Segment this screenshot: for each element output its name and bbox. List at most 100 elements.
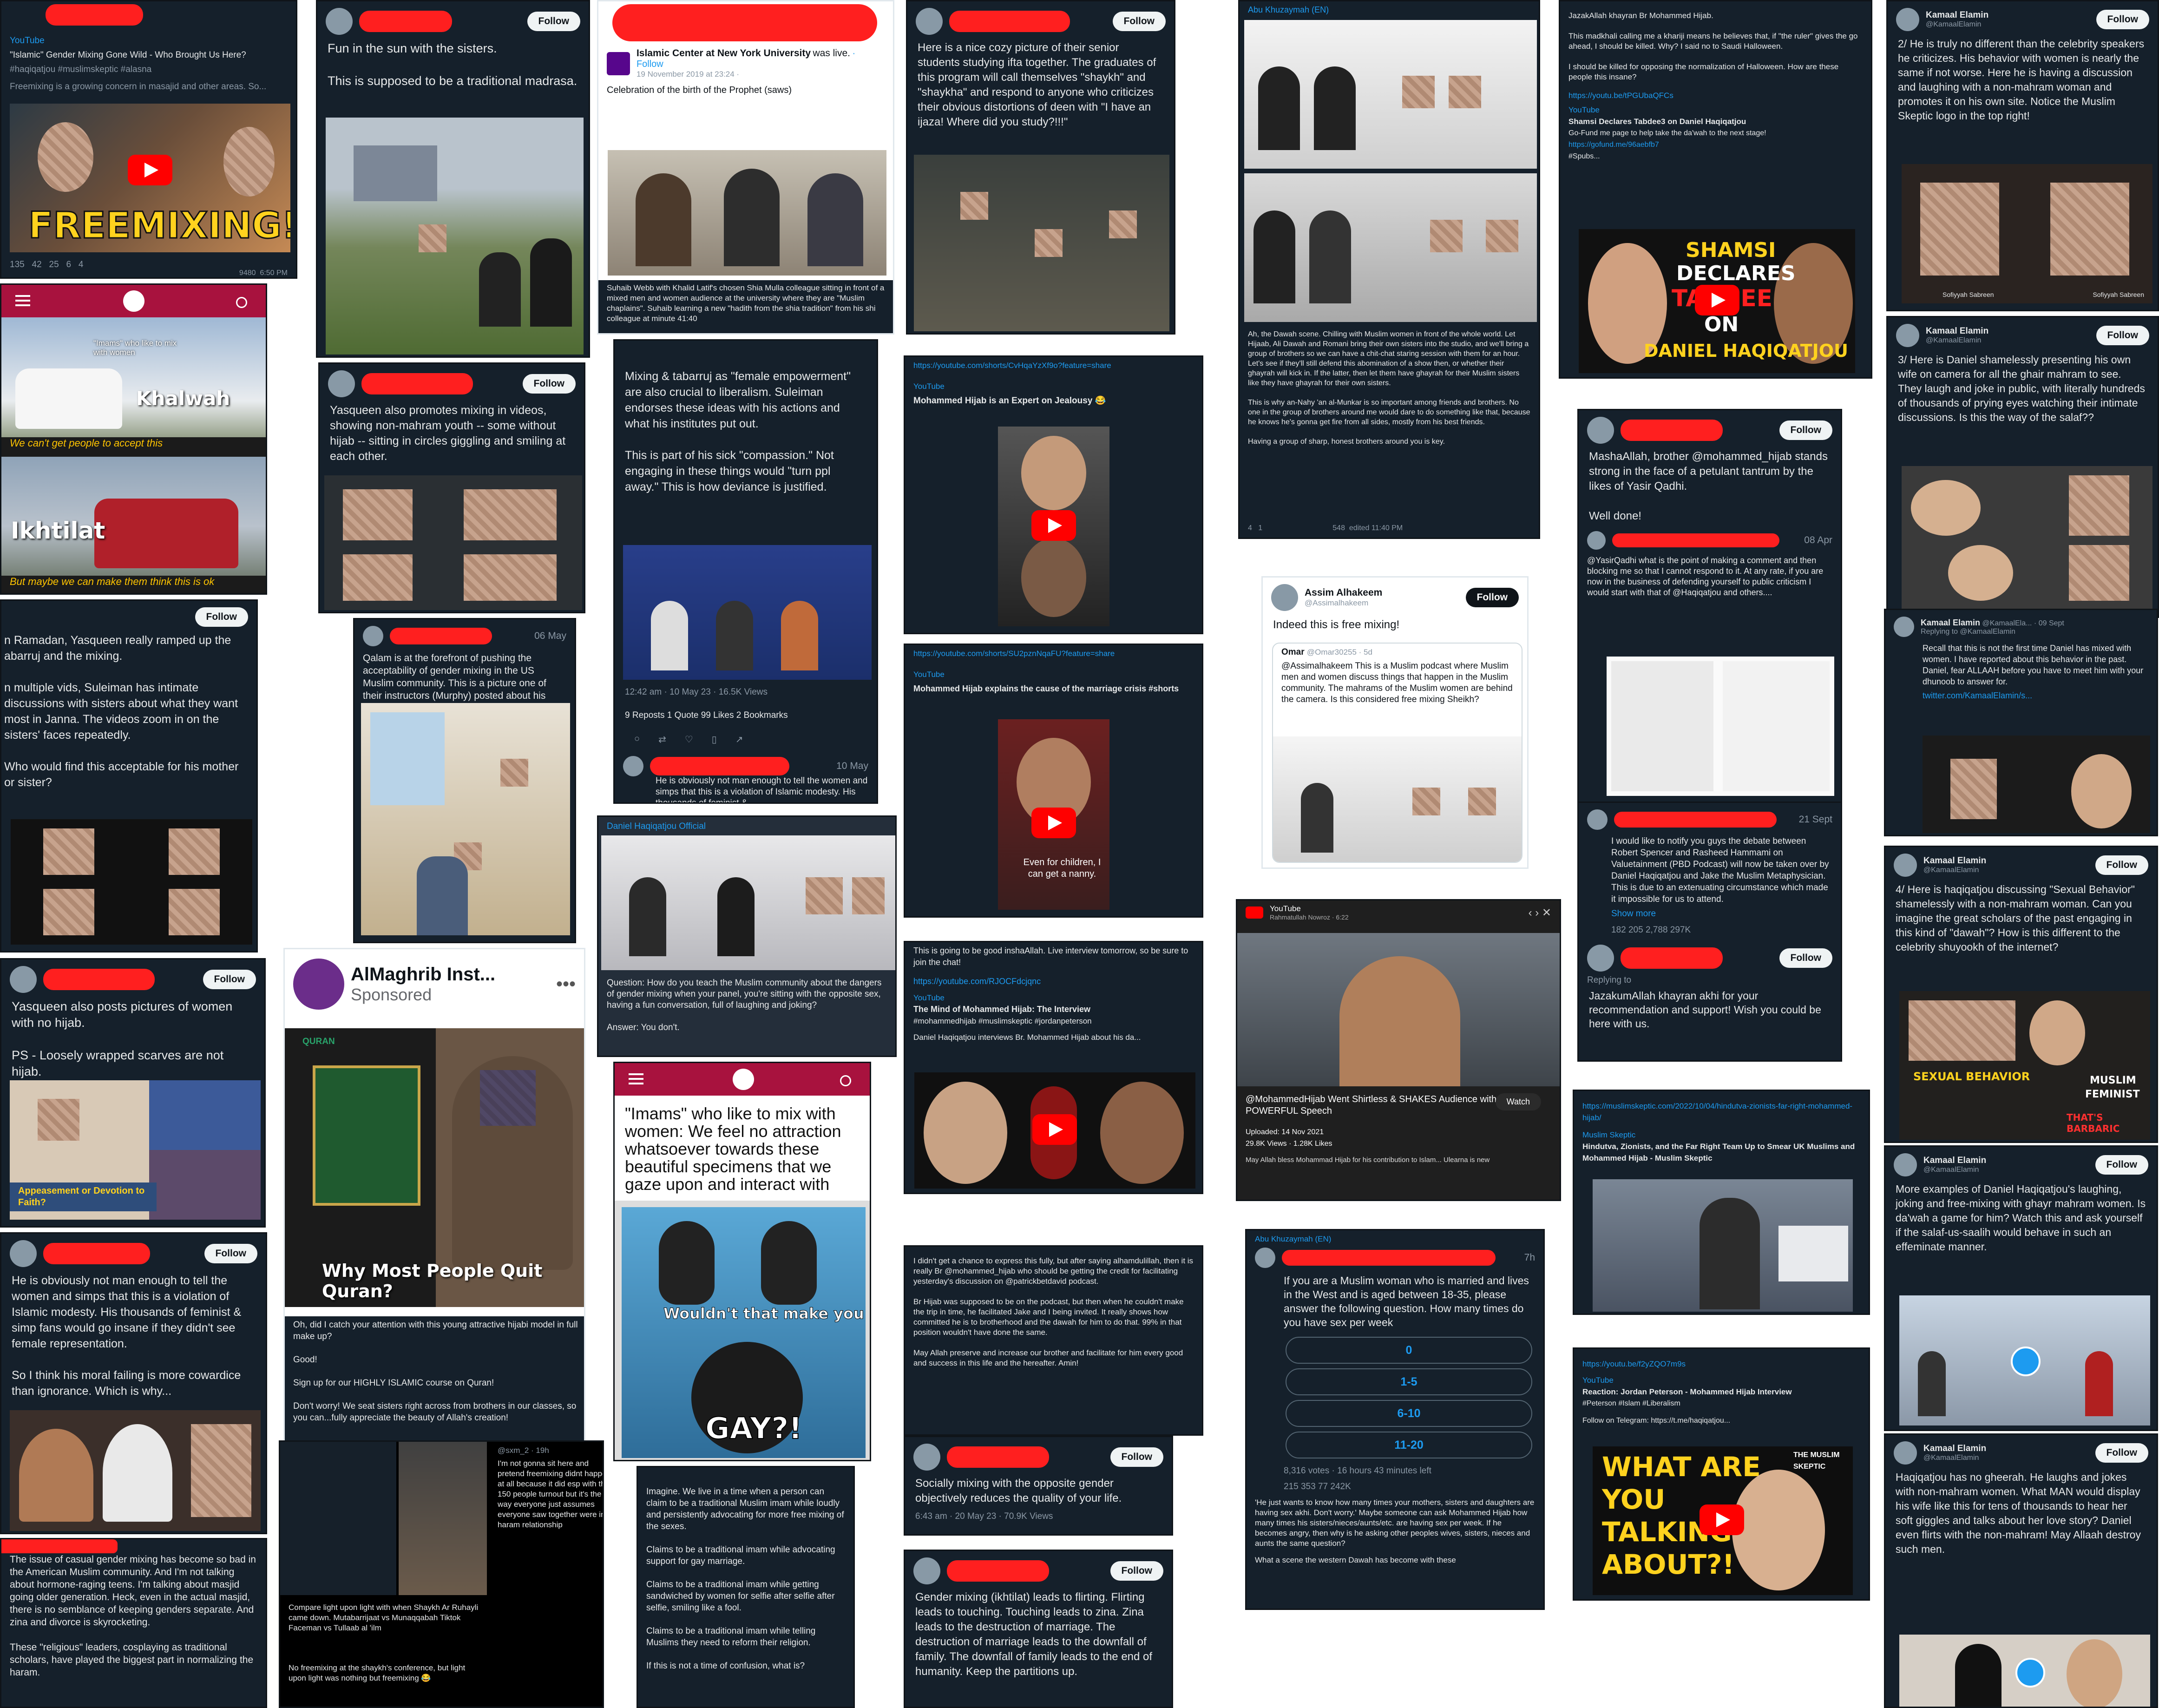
panel-photo[interactable] bbox=[601, 835, 895, 970]
poll-option[interactable]: 0 bbox=[1286, 1337, 1532, 1364]
avatar[interactable] bbox=[1896, 324, 1919, 347]
tweet-link[interactable]: twitter.com/KamaalElamin/s... bbox=[1885, 690, 2157, 704]
image-collage[interactable] bbox=[324, 475, 582, 610]
tweet-card-ifta-students[interactable]: Follow Here is a nice cozy picture of th… bbox=[906, 0, 1175, 335]
quoted-image[interactable] bbox=[1273, 736, 1522, 862]
video-thumbnail[interactable]: Even for children, I can get a nanny. bbox=[998, 719, 1109, 910]
video-title[interactable]: The Mind of Mohammed Hijab: The Intervie… bbox=[905, 1004, 1202, 1015]
follow-button[interactable]: Follow bbox=[1110, 1447, 1163, 1467]
video-thumbnail[interactable] bbox=[914, 1072, 1195, 1189]
follow-button[interactable]: Follow bbox=[204, 1244, 257, 1263]
display-name[interactable]: Kamaal Elamin bbox=[1923, 1156, 1986, 1166]
tweet-screenshot-collage[interactable]: @sxm_2 · 19h I'm not gonna sit here and … bbox=[279, 1440, 604, 1708]
link-url[interactable]: https://muslimskeptic.com/2022/10/04/hin… bbox=[1574, 1091, 1869, 1126]
menu-icon[interactable] bbox=[629, 1073, 643, 1075]
tweet-card-no-hijab[interactable]: Follow Yasqueen also posts pictures of w… bbox=[0, 958, 266, 1228]
video-thumbnail[interactable]: FREEMIXING! bbox=[10, 104, 290, 252]
avatar[interactable] bbox=[1587, 417, 1614, 444]
studio-photo-2[interactable] bbox=[1244, 173, 1537, 322]
display-name[interactable]: Kamaal Elamin bbox=[1923, 856, 1986, 866]
play-icon[interactable] bbox=[128, 155, 172, 185]
ad-image[interactable]: QURAN Why Most People Quit Quran? bbox=[285, 1028, 584, 1307]
avatar[interactable] bbox=[1587, 945, 1614, 972]
avatar[interactable] bbox=[1255, 1248, 1275, 1268]
follow-button[interactable]: Follow bbox=[2095, 1155, 2148, 1175]
poll-card-abu-khuzaymah[interactable]: Abu Khuzaymah (EN) 7h If you are a Musli… bbox=[1245, 1229, 1545, 1610]
play-icon[interactable] bbox=[2011, 1347, 2041, 1376]
tweet-card-socially-mixing[interactable]: Follow Socially mixing with the opposite… bbox=[904, 1436, 1173, 1536]
poll-option[interactable]: 6-10 bbox=[1286, 1400, 1532, 1427]
display-name[interactable]: Kamaal Elamin bbox=[1926, 10, 1988, 20]
follow-button[interactable]: Follow bbox=[2096, 326, 2149, 345]
video-frame[interactable] bbox=[608, 150, 886, 276]
tweet-card-imagine[interactable]: Imagine. We live in a time when a person… bbox=[637, 1466, 855, 1708]
tweet-card-qalam[interactable]: 06 May Qalam is at the forefront of push… bbox=[353, 618, 576, 943]
link-url[interactable]: https://youtu.be/f2yZQO7m9s bbox=[1574, 1349, 1869, 1373]
play-icon[interactable] bbox=[1032, 1114, 1077, 1145]
avatar[interactable] bbox=[10, 1240, 37, 1267]
video-title[interactable]: Mohammed Hijab explains the cause of the… bbox=[905, 683, 1202, 697]
link-url[interactable]: https://youtube.com/shorts/CvHqaYzXf9o?f… bbox=[905, 357, 1202, 374]
tweet-card-kamaal-gheerah[interactable]: Kamaal Elamin @KamaalElamin Follow Haqiqat… bbox=[1884, 1433, 2158, 1708]
avatar[interactable] bbox=[1896, 8, 1919, 31]
poll-option[interactable]: 1-5 bbox=[1286, 1368, 1532, 1395]
action-bar[interactable]: ○ ⇄ ♡ ▯ ↗ bbox=[624, 731, 754, 748]
video-thumbnail-grid[interactable] bbox=[11, 819, 252, 945]
link-card-muslim-skeptic[interactable]: https://muslimskeptic.com/2022/10/04/hin… bbox=[1573, 1090, 1870, 1315]
meme-card-imams[interactable]: "Imams" who like to mix with women: We f… bbox=[613, 1062, 871, 1461]
follow-button[interactable]: Follow bbox=[527, 12, 580, 31]
nav-controls[interactable]: ‹ › ✕ bbox=[1529, 906, 1551, 920]
avatar[interactable] bbox=[913, 1557, 940, 1584]
video-stills[interactable]: Sofiyyah Sabreen Sofiyyah Sabreen bbox=[1902, 164, 2152, 303]
video-frame[interactable] bbox=[1237, 933, 1560, 1086]
tweet-card-female-empowerment[interactable]: Mixing & tabarruj as "female empowerment… bbox=[613, 339, 878, 804]
avatar[interactable] bbox=[1271, 584, 1298, 611]
sponsored-ad-card[interactable]: AlMaghrib Inst... Sponsored ••• QURAN Why… bbox=[283, 948, 585, 1443]
more-options-icon[interactable]: ••• bbox=[556, 974, 576, 995]
meme-image[interactable]: Wouldn't that make you GAY?! bbox=[622, 1207, 866, 1458]
follow-button[interactable]: Follow bbox=[1110, 1561, 1163, 1581]
facebook-post-card-nyu[interactable]: Islamic Center at New York University wa… bbox=[597, 0, 894, 335]
display-name[interactable]: Kamaal Elamin bbox=[1923, 1444, 1986, 1454]
author-name[interactable]: Abu Khuzaymah (EN) bbox=[1247, 1230, 1543, 1248]
play-icon[interactable] bbox=[1700, 1504, 1744, 1535]
avatar[interactable] bbox=[326, 8, 353, 35]
follow-button[interactable]: Follow bbox=[203, 970, 256, 989]
page-name[interactable]: Daniel Haqiqatjou Official bbox=[598, 817, 895, 835]
tweet-card-kamaal-4[interactable]: Kamaal Elamin @KamaalElamin Follow 4/ Here… bbox=[1884, 846, 2158, 1143]
video-title[interactable]: "Islamic" Gender Mixing Gone Wild - Who … bbox=[1, 49, 296, 64]
video-stills[interactable]: SEXUAL BEHAVIOR MUSLIM FEMINIST THAT'S B… bbox=[1899, 991, 2150, 1140]
link-url[interactable]: https://youtu.be/tPGUbaQFCs bbox=[1560, 85, 1871, 104]
tweet-card-ramadan[interactable]: Follow n Ramadan, Yasqueen really ramped… bbox=[0, 599, 258, 953]
avatar[interactable] bbox=[1894, 854, 1917, 877]
follow-button[interactable]: Follow bbox=[2095, 855, 2148, 875]
tweet-image[interactable] bbox=[326, 118, 584, 355]
video-stills[interactable] bbox=[1902, 466, 2152, 610]
play-icon[interactable] bbox=[1695, 285, 1739, 315]
follow-button[interactable]: Follow bbox=[522, 374, 576, 394]
video-title[interactable]: @MohammedHijab Went Shirtless & SHAKES A… bbox=[1237, 1091, 1514, 1120]
video-frame[interactable] bbox=[1899, 1295, 2150, 1426]
quoted-tweet[interactable]: Omar @Omar30255 · 5d @Assimalhakeem This… bbox=[1272, 643, 1522, 863]
video-thumbnail[interactable]: SHAMSI DECLARES TABDEE ON DANIEL HAQIQAT… bbox=[1579, 229, 1855, 373]
video-thumbnail[interactable]: WHAT ARE YOU TALKING ABOUT?! THE MUSLIM … bbox=[1593, 1446, 1853, 1595]
follow-button[interactable]: Follow bbox=[2095, 1443, 2148, 1463]
post-card-daniel-official[interactable]: Daniel Haqiqatjou Official Question: How… bbox=[597, 815, 897, 1057]
link-card-jealousy[interactable]: https://youtube.com/shorts/CvHqaYzXf9o?f… bbox=[904, 355, 1203, 634]
search-icon[interactable] bbox=[840, 1075, 851, 1086]
search-icon[interactable] bbox=[236, 297, 247, 308]
tweet-image[interactable] bbox=[361, 703, 570, 935]
tweet-card-ikhtilat-chain[interactable]: Follow Gender mixing (ikhtilat) leads to… bbox=[904, 1550, 1173, 1708]
avatar[interactable] bbox=[916, 8, 943, 35]
avatar[interactable] bbox=[1587, 809, 1608, 830]
tweet-card-kamaal-examples[interactable]: Kamaal Elamin @KamaalElamin Follow More ex… bbox=[1884, 1145, 2158, 1431]
display-name[interactable]: Assim Alhakeem bbox=[1305, 587, 1382, 598]
watch-button[interactable]: Watch bbox=[1495, 1093, 1541, 1110]
link-url[interactable]: https://youtube.com/shorts/SU2pznNqaFU?f… bbox=[905, 645, 1202, 662]
poll-options[interactable]: 0 1-5 6-10 11-20 bbox=[1247, 1337, 1543, 1458]
tweet-card-not-man-enough[interactable]: Follow He is obviously not man enough to… bbox=[0, 1232, 267, 1534]
display-name[interactable]: Kamaal Elamin bbox=[1921, 618, 1980, 627]
video-title[interactable]: Shamsi Declares Tabdee3 on Daniel Haqiqa… bbox=[1560, 116, 1871, 127]
tweet-card-promotes-mixing[interactable]: Follow Yasqueen also promotes mixing in … bbox=[318, 362, 585, 613]
avatar[interactable] bbox=[1894, 617, 1914, 637]
